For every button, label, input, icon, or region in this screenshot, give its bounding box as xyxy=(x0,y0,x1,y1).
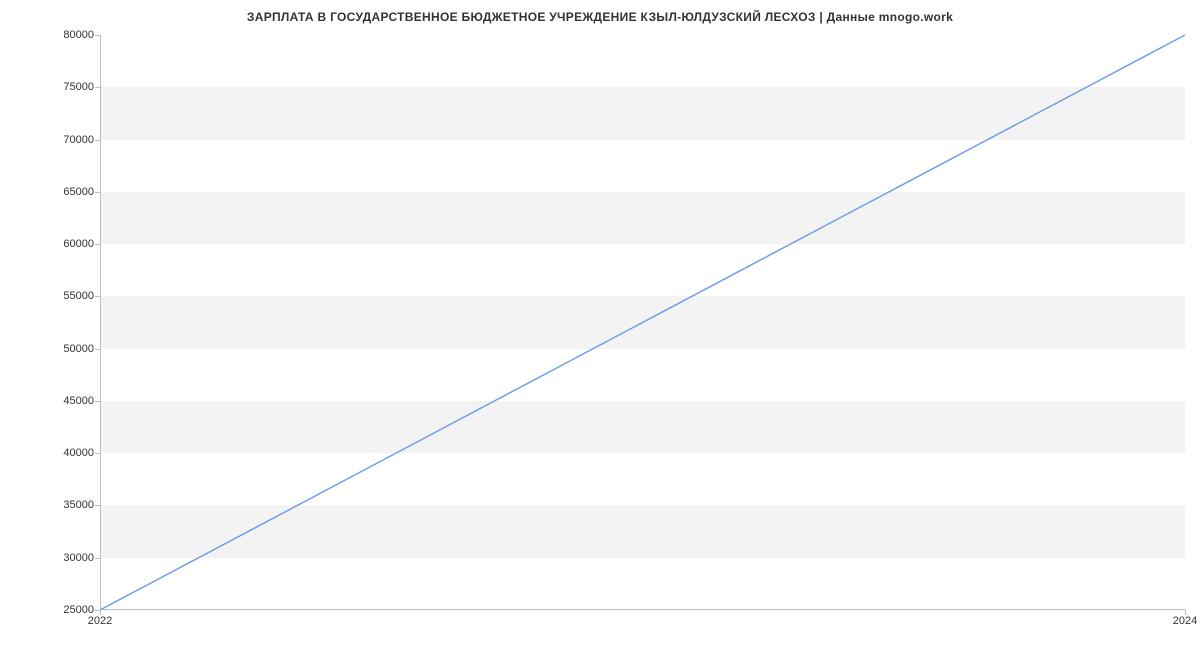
x-tick-mark xyxy=(1185,610,1186,615)
y-tick-mark xyxy=(95,505,100,506)
y-tick-label: 45000 xyxy=(14,395,94,407)
chart-container: ЗАРПЛАТА В ГОСУДАРСТВЕННОЕ БЮДЖЕТНОЕ УЧР… xyxy=(0,0,1200,650)
y-tick-label: 35000 xyxy=(14,499,94,511)
y-tick-mark xyxy=(95,35,100,36)
y-tick-mark xyxy=(95,558,100,559)
y-tick-label: 60000 xyxy=(14,238,94,250)
x-tick-label: 2024 xyxy=(1173,615,1197,627)
line-layer xyxy=(100,35,1185,610)
y-tick-label: 25000 xyxy=(14,604,94,616)
y-tick-mark xyxy=(95,244,100,245)
y-tick-label: 65000 xyxy=(14,186,94,198)
y-tick-label: 80000 xyxy=(14,29,94,41)
y-tick-label: 40000 xyxy=(14,447,94,459)
x-tick-label: 2022 xyxy=(88,615,112,627)
data-line xyxy=(100,35,1185,610)
y-tick-label: 75000 xyxy=(14,81,94,93)
y-tick-mark xyxy=(95,453,100,454)
y-tick-label: 50000 xyxy=(14,343,94,355)
y-tick-mark xyxy=(95,401,100,402)
y-tick-mark xyxy=(95,296,100,297)
y-tick-mark xyxy=(95,87,100,88)
y-tick-mark xyxy=(95,192,100,193)
plot-area xyxy=(100,35,1185,610)
y-tick-label: 55000 xyxy=(14,290,94,302)
y-tick-label: 30000 xyxy=(14,552,94,564)
x-tick-mark xyxy=(100,610,101,615)
y-tick-label: 70000 xyxy=(14,134,94,146)
y-tick-mark xyxy=(95,349,100,350)
y-tick-mark xyxy=(95,140,100,141)
chart-title: ЗАРПЛАТА В ГОСУДАРСТВЕННОЕ БЮДЖЕТНОЕ УЧР… xyxy=(0,10,1200,24)
